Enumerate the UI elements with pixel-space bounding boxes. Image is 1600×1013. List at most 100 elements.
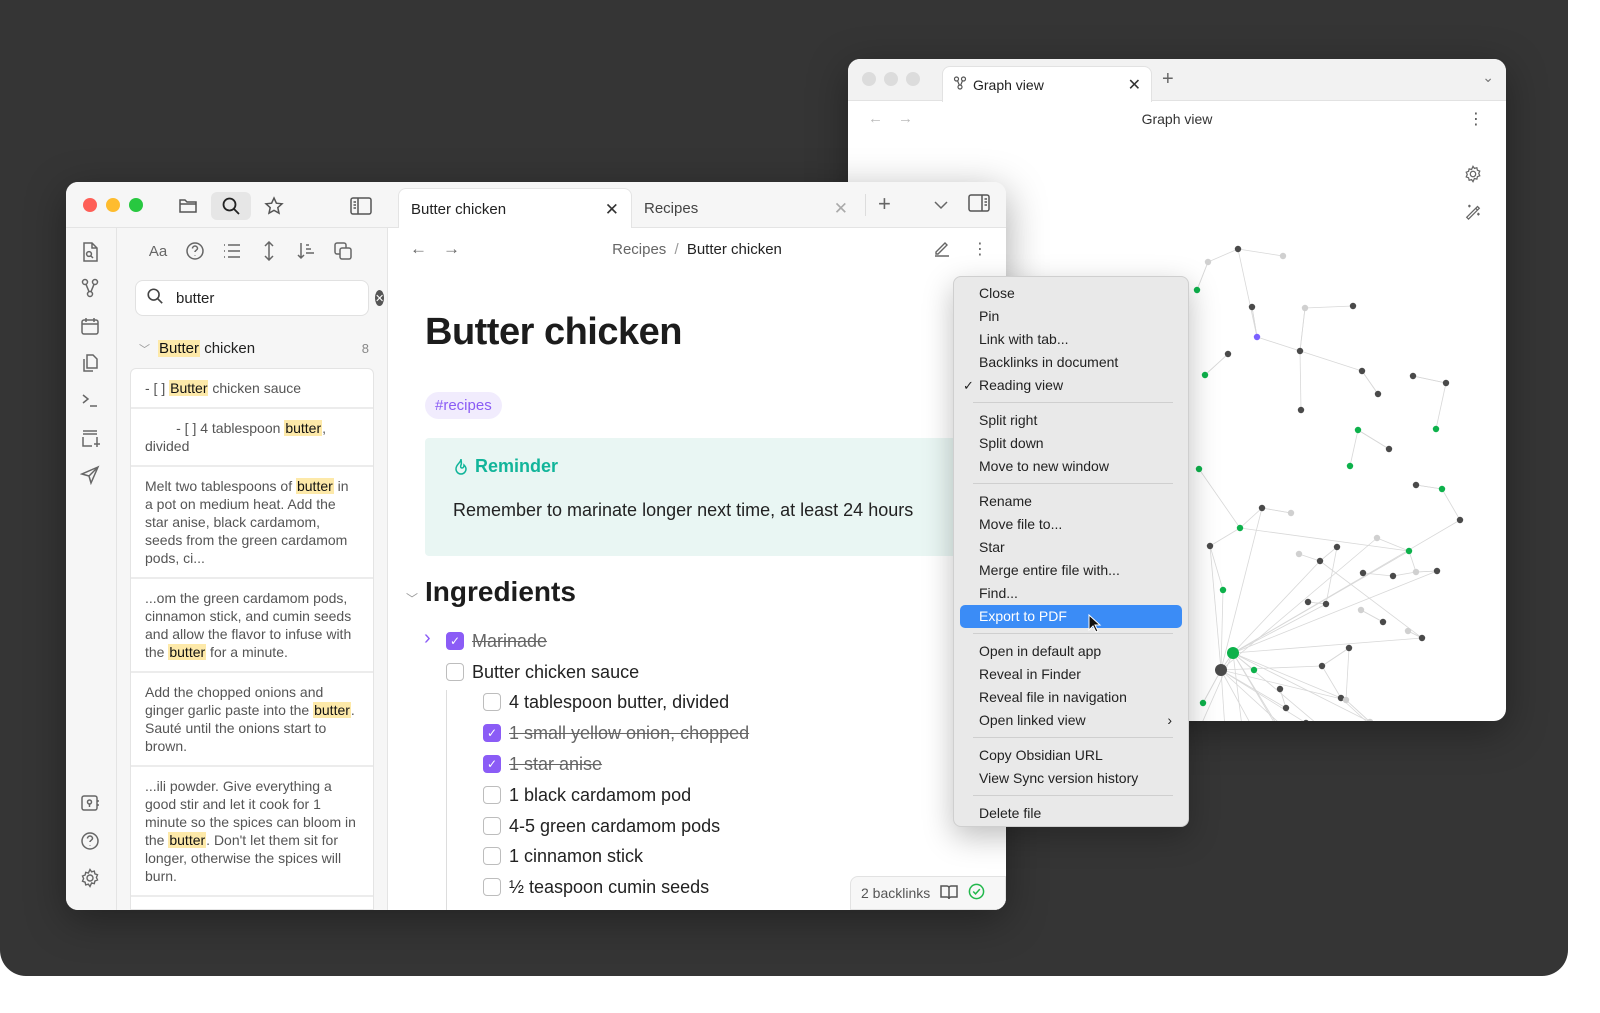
graph-node[interactable] (1345, 644, 1353, 652)
graph-node[interactable] (1318, 662, 1326, 670)
copy-icon[interactable] (80, 353, 102, 375)
graph-node[interactable] (1297, 406, 1305, 414)
graph-node[interactable] (1199, 699, 1207, 707)
graph-node[interactable] (1342, 696, 1350, 704)
zoom-window-button[interactable] (129, 198, 143, 212)
task-checkbox[interactable] (446, 663, 464, 681)
menu-item-export-to-pdf[interactable]: Export to PDF (960, 605, 1182, 628)
search-result-item[interactable]: Melt two tablespoons of butter in a pot … (131, 467, 373, 579)
tab-butter-chicken[interactable]: Butter chicken ✕ (398, 188, 632, 229)
graph-node[interactable] (1250, 666, 1258, 674)
search-result-item[interactable]: - [ ] Butter chicken sauce (131, 369, 373, 409)
breadcrumb-parent[interactable]: Recipes (612, 241, 666, 258)
graph-node[interactable] (1296, 347, 1304, 355)
reading-mode-icon[interactable] (940, 884, 959, 903)
more-context-icon[interactable] (258, 240, 280, 262)
graph-node[interactable] (1304, 598, 1312, 606)
graph-node[interactable] (1357, 606, 1365, 614)
graph-node[interactable] (1333, 543, 1341, 551)
help-icon[interactable] (80, 831, 102, 853)
graph-node[interactable] (1346, 462, 1354, 470)
more-options-icon[interactable]: ⋮ (972, 239, 988, 259)
menu-item-backlinks-in-document[interactable]: Backlinks in document (960, 351, 1182, 374)
menu-item-reading-view[interactable]: ✓ Reading view (960, 374, 1182, 397)
menu-item-link-with-tab[interactable]: Link with tab... (960, 328, 1182, 351)
copy-results-icon[interactable] (332, 240, 354, 262)
close-icon[interactable]: ✕ (1128, 75, 1141, 95)
menu-item-open-linked-view[interactable]: Open linked view › (960, 709, 1182, 732)
menu-item-move-file-to[interactable]: Move file to... (960, 513, 1182, 536)
graph-node[interactable] (1322, 600, 1330, 608)
graph-node[interactable] (1412, 481, 1420, 489)
menu-item-open-in-default-app[interactable]: Open in default app (960, 640, 1182, 663)
menu-item-split-down[interactable]: Split down (960, 432, 1182, 455)
graph-node[interactable] (1303, 719, 1309, 721)
menu-item-reveal-file-in-navigation[interactable]: Reveal file in navigation (960, 686, 1182, 709)
sync-status-icon[interactable] (968, 883, 985, 903)
clear-search-icon[interactable]: ✕ (375, 290, 385, 306)
graph-node[interactable] (1405, 547, 1413, 555)
graph-node[interactable] (1432, 425, 1440, 433)
task-checkbox[interactable] (483, 693, 501, 711)
menu-item-pin[interactable]: Pin (960, 305, 1182, 328)
menu-item-move-to-new-window[interactable]: Move to new window (960, 455, 1182, 478)
settings-icon[interactable] (80, 868, 102, 890)
graph-node[interactable] (1373, 534, 1381, 542)
bookmarks-tab-button[interactable] (254, 192, 294, 220)
close-window-button[interactable] (83, 198, 97, 212)
menu-item-star[interactable]: Star (960, 536, 1182, 559)
graph-icon[interactable] (80, 278, 102, 300)
close-icon[interactable]: ✕ (605, 200, 619, 220)
search-result-item[interactable]: Add the chopped onions and ginger garlic… (131, 673, 373, 767)
graph-node[interactable] (1374, 390, 1382, 398)
chevron-down-icon[interactable]: ﹀ (139, 341, 150, 357)
graph-node[interactable] (1442, 379, 1450, 387)
graph-node[interactable] (1224, 350, 1232, 358)
graph-node[interactable] (1359, 569, 1367, 577)
graph-node[interactable] (1236, 524, 1244, 532)
graph-node[interactable] (1287, 509, 1295, 517)
graph-node[interactable] (1282, 704, 1290, 712)
sort-icon[interactable] (295, 240, 317, 262)
task-checkbox[interactable] (483, 786, 501, 804)
search-input[interactable] (176, 289, 375, 307)
graph-node[interactable] (1349, 302, 1357, 310)
graph-node[interactable] (1366, 718, 1374, 721)
graph-node[interactable] (1418, 634, 1426, 642)
menu-item-find[interactable]: Find... (960, 582, 1182, 605)
match-case-icon[interactable]: Aa (147, 240, 169, 262)
graph-node[interactable] (1219, 586, 1227, 594)
task-checkbox[interactable] (483, 878, 501, 896)
graph-node[interactable] (1389, 572, 1397, 580)
send-icon[interactable] (79, 465, 102, 487)
graph-node[interactable] (1379, 618, 1387, 626)
chevron-down-icon[interactable] (934, 194, 948, 215)
graph-node[interactable] (1201, 371, 1209, 379)
graph-node[interactable] (1438, 485, 1446, 493)
graph-node[interactable] (1295, 550, 1303, 558)
graph-node[interactable] (1193, 286, 1201, 294)
search-tab-button[interactable] (211, 192, 251, 220)
graph-node[interactable] (1433, 567, 1441, 575)
close-icon[interactable]: ✕ (834, 199, 848, 219)
search-result-item[interactable]: ...ili powder. Give everything a good st… (131, 767, 373, 897)
graph-node[interactable] (1412, 568, 1420, 576)
task-checkbox[interactable]: ✓ (483, 724, 501, 742)
menu-item-view-sync-version-history[interactable]: View Sync version history (960, 767, 1182, 790)
graph-node[interactable] (1206, 542, 1214, 550)
gear-icon[interactable] (1464, 165, 1482, 188)
search-result-item[interactable]: - [ ] 4 tablespoon butter, divided (131, 409, 373, 467)
graph-node[interactable] (1258, 504, 1266, 512)
tab-recipes[interactable]: Recipes ✕ (632, 188, 860, 229)
task-checkbox[interactable]: ✓ (483, 755, 501, 773)
graph-node[interactable] (1204, 258, 1212, 266)
add-canvas-icon[interactable] (80, 428, 102, 450)
minimize-window-button[interactable] (106, 198, 120, 212)
menu-item-merge-entire-file-with[interactable]: Merge entire file with... (960, 559, 1182, 582)
graph-node[interactable] (1358, 367, 1366, 375)
graph-node[interactable] (1404, 627, 1412, 635)
tab-graph-view[interactable]: Graph view ✕ (942, 66, 1152, 102)
vault-icon[interactable] (80, 793, 102, 815)
task-checkbox[interactable] (483, 847, 501, 865)
graph-node[interactable] (1234, 245, 1242, 253)
